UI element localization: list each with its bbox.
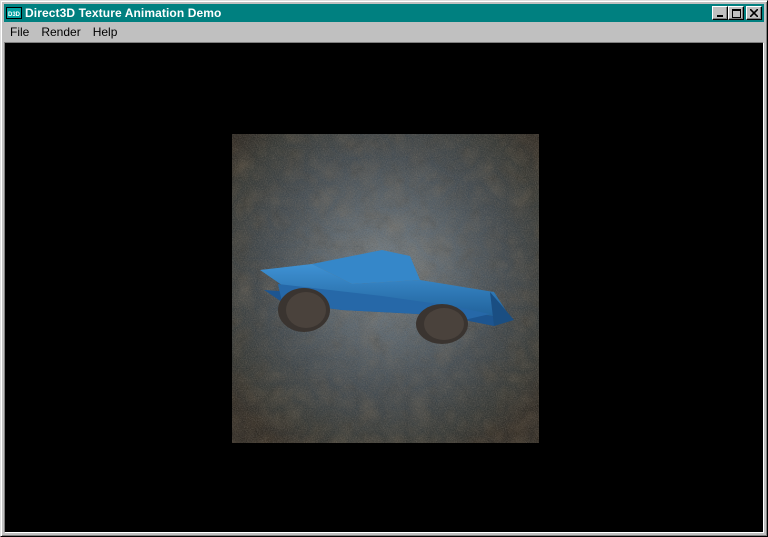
animated-texture-image — [232, 134, 539, 443]
window-controls — [712, 6, 762, 20]
d3d-app-icon[interactable]: D3D — [6, 6, 22, 20]
menu-bar: File Render Help — [4, 23, 764, 42]
menu-help[interactable]: Help — [87, 23, 124, 42]
menu-file[interactable]: File — [4, 23, 35, 42]
close-button[interactable] — [746, 6, 762, 20]
render-surface[interactable] — [4, 42, 764, 533]
window-title: Direct3D Texture Animation Demo — [25, 6, 222, 20]
app-window: D3D Direct3D Texture Animation Demo File… — [0, 0, 768, 537]
svg-text:D3D: D3D — [8, 12, 21, 18]
menu-render[interactable]: Render — [35, 23, 86, 42]
texture-viewport[interactable] — [232, 134, 539, 443]
title-bar[interactable]: D3D Direct3D Texture Animation Demo — [4, 4, 764, 22]
minimize-button[interactable] — [712, 6, 728, 20]
maximize-icon — [731, 8, 741, 18]
minimize-icon — [717, 15, 723, 17]
maximize-button[interactable] — [728, 6, 744, 20]
close-icon — [750, 9, 758, 17]
